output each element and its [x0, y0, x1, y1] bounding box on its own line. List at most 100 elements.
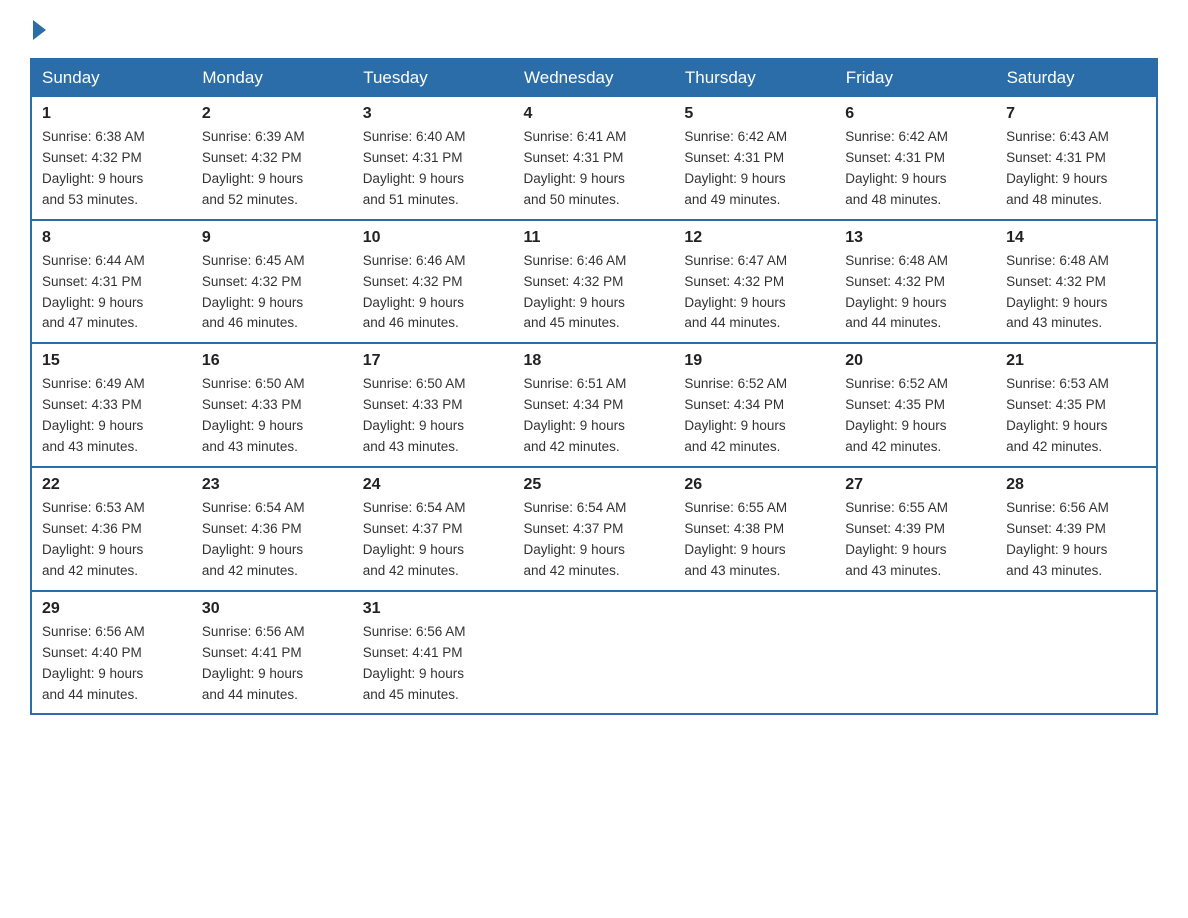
day-number-28: 28: [1006, 476, 1146, 494]
day-cell-26: 26 Sunrise: 6:55 AMSunset: 4:38 PMDayligh…: [674, 467, 835, 591]
day-number-19: 19: [684, 352, 825, 370]
day-info-7: Sunrise: 6:43 AMSunset: 4:31 PMDaylight:…: [1006, 127, 1146, 211]
day-number-12: 12: [684, 229, 825, 247]
day-info-11: Sunrise: 6:46 AMSunset: 4:32 PMDaylight:…: [524, 251, 665, 335]
day-info-23: Sunrise: 6:54 AMSunset: 4:36 PMDaylight:…: [202, 498, 343, 582]
day-cell-8: 8 Sunrise: 6:44 AMSunset: 4:31 PMDaylight…: [31, 220, 192, 344]
day-info-8: Sunrise: 6:44 AMSunset: 4:31 PMDaylight:…: [42, 251, 182, 335]
day-number-7: 7: [1006, 105, 1146, 123]
week-row-3: 15 Sunrise: 6:49 AMSunset: 4:33 PMDayligh…: [31, 343, 1157, 467]
day-cell-14: 14 Sunrise: 6:48 AMSunset: 4:32 PMDayligh…: [996, 220, 1157, 344]
day-info-6: Sunrise: 6:42 AMSunset: 4:31 PMDaylight:…: [845, 127, 986, 211]
day-info-13: Sunrise: 6:48 AMSunset: 4:32 PMDaylight:…: [845, 251, 986, 335]
week-row-5: 29Sunrise: 6:56 AMSunset: 4:40 PMDayligh…: [31, 591, 1157, 715]
day-number-22: 22: [42, 476, 182, 494]
weekday-header-wednesday: Wednesday: [514, 59, 675, 97]
day-info-24: Sunrise: 6:54 AMSunset: 4:37 PMDaylight:…: [363, 498, 504, 582]
day-cell-24: 24 Sunrise: 6:54 AMSunset: 4:37 PMDayligh…: [353, 467, 514, 591]
day-info-15: Sunrise: 6:49 AMSunset: 4:33 PMDaylight:…: [42, 374, 182, 458]
day-info-5: Sunrise: 6:42 AMSunset: 4:31 PMDaylight:…: [684, 127, 825, 211]
day-info-9: Sunrise: 6:45 AMSunset: 4:32 PMDaylight:…: [202, 251, 343, 335]
day-number-8: 8: [42, 229, 182, 247]
day-number-10: 10: [363, 229, 504, 247]
day-info-28: Sunrise: 6:56 AMSunset: 4:39 PMDaylight:…: [1006, 498, 1146, 582]
day-cell-6: 6 Sunrise: 6:42 AMSunset: 4:31 PMDaylight…: [835, 97, 996, 220]
day-cell-22: 22 Sunrise: 6:53 AMSunset: 4:36 PMDayligh…: [31, 467, 192, 591]
weekday-header-sunday: Sunday: [31, 59, 192, 97]
day-number-17: 17: [363, 352, 504, 370]
day-cell-12: 12 Sunrise: 6:47 AMSunset: 4:32 PMDayligh…: [674, 220, 835, 344]
day-number-27: 27: [845, 476, 986, 494]
day-number-31: 31: [363, 600, 504, 618]
day-cell-30: 30Sunrise: 6:56 AMSunset: 4:41 PMDayligh…: [192, 591, 353, 715]
day-number-20: 20: [845, 352, 986, 370]
day-info-12: Sunrise: 6:47 AMSunset: 4:32 PMDaylight:…: [684, 251, 825, 335]
day-number-5: 5: [684, 105, 825, 123]
day-cell-10: 10 Sunrise: 6:46 AMSunset: 4:32 PMDayligh…: [353, 220, 514, 344]
day-info-30: Sunrise: 6:56 AMSunset: 4:41 PMDaylight:…: [202, 622, 343, 706]
day-number-4: 4: [524, 105, 665, 123]
day-info-20: Sunrise: 6:52 AMSunset: 4:35 PMDaylight:…: [845, 374, 986, 458]
day-number-14: 14: [1006, 229, 1146, 247]
day-info-26: Sunrise: 6:55 AMSunset: 4:38 PMDaylight:…: [684, 498, 825, 582]
day-info-27: Sunrise: 6:55 AMSunset: 4:39 PMDaylight:…: [845, 498, 986, 582]
day-cell-19: 19 Sunrise: 6:52 AMSunset: 4:34 PMDayligh…: [674, 343, 835, 467]
day-number-23: 23: [202, 476, 343, 494]
day-cell-16: 16 Sunrise: 6:50 AMSunset: 4:33 PMDayligh…: [192, 343, 353, 467]
day-number-24: 24: [363, 476, 504, 494]
week-row-1: 1Sunrise: 6:38 AMSunset: 4:32 PMDaylight…: [31, 97, 1157, 220]
empty-cell: [996, 591, 1157, 715]
day-cell-20: 20 Sunrise: 6:52 AMSunset: 4:35 PMDayligh…: [835, 343, 996, 467]
day-cell-23: 23 Sunrise: 6:54 AMSunset: 4:36 PMDayligh…: [192, 467, 353, 591]
day-cell-11: 11Sunrise: 6:46 AMSunset: 4:32 PMDayligh…: [514, 220, 675, 344]
day-cell-4: 4 Sunrise: 6:41 AMSunset: 4:31 PMDaylight…: [514, 97, 675, 220]
day-number-26: 26: [684, 476, 825, 494]
day-number-9: 9: [202, 229, 343, 247]
weekday-header-monday: Monday: [192, 59, 353, 97]
page-header: [30, 20, 1158, 40]
day-cell-27: 27 Sunrise: 6:55 AMSunset: 4:39 PMDayligh…: [835, 467, 996, 591]
day-cell-28: 28 Sunrise: 6:56 AMSunset: 4:39 PMDayligh…: [996, 467, 1157, 591]
weekday-header-row: SundayMondayTuesdayWednesdayThursdayFrid…: [31, 59, 1157, 97]
day-info-25: Sunrise: 6:54 AMSunset: 4:37 PMDaylight:…: [524, 498, 665, 582]
week-row-4: 22 Sunrise: 6:53 AMSunset: 4:36 PMDayligh…: [31, 467, 1157, 591]
day-number-21: 21: [1006, 352, 1146, 370]
day-info-19: Sunrise: 6:52 AMSunset: 4:34 PMDaylight:…: [684, 374, 825, 458]
day-number-3: 3: [363, 105, 504, 123]
day-cell-5: 5 Sunrise: 6:42 AMSunset: 4:31 PMDaylight…: [674, 97, 835, 220]
weekday-header-thursday: Thursday: [674, 59, 835, 97]
day-info-22: Sunrise: 6:53 AMSunset: 4:36 PMDaylight:…: [42, 498, 182, 582]
day-info-4: Sunrise: 6:41 AMSunset: 4:31 PMDaylight:…: [524, 127, 665, 211]
day-number-16: 16: [202, 352, 343, 370]
day-cell-13: 13Sunrise: 6:48 AMSunset: 4:32 PMDayligh…: [835, 220, 996, 344]
day-cell-31: 31 Sunrise: 6:56 AMSunset: 4:41 PMDayligh…: [353, 591, 514, 715]
weekday-header-friday: Friday: [835, 59, 996, 97]
day-info-18: Sunrise: 6:51 AMSunset: 4:34 PMDaylight:…: [524, 374, 665, 458]
day-number-6: 6: [845, 105, 986, 123]
day-cell-25: 25 Sunrise: 6:54 AMSunset: 4:37 PMDayligh…: [514, 467, 675, 591]
day-info-29: Sunrise: 6:56 AMSunset: 4:40 PMDaylight:…: [42, 622, 182, 706]
empty-cell: [674, 591, 835, 715]
day-info-21: Sunrise: 6:53 AMSunset: 4:35 PMDaylight:…: [1006, 374, 1146, 458]
day-info-16: Sunrise: 6:50 AMSunset: 4:33 PMDaylight:…: [202, 374, 343, 458]
day-cell-18: 18 Sunrise: 6:51 AMSunset: 4:34 PMDayligh…: [514, 343, 675, 467]
day-cell-21: 21 Sunrise: 6:53 AMSunset: 4:35 PMDayligh…: [996, 343, 1157, 467]
day-cell-9: 9 Sunrise: 6:45 AMSunset: 4:32 PMDaylight…: [192, 220, 353, 344]
day-cell-3: 3 Sunrise: 6:40 AMSunset: 4:31 PMDaylight…: [353, 97, 514, 220]
day-number-25: 25: [524, 476, 665, 494]
day-info-3: Sunrise: 6:40 AMSunset: 4:31 PMDaylight:…: [363, 127, 504, 211]
day-number-2: 2: [202, 105, 343, 123]
day-cell-29: 29Sunrise: 6:56 AMSunset: 4:40 PMDayligh…: [31, 591, 192, 715]
day-info-14: Sunrise: 6:48 AMSunset: 4:32 PMDaylight:…: [1006, 251, 1146, 335]
day-info-31: Sunrise: 6:56 AMSunset: 4:41 PMDaylight:…: [363, 622, 504, 706]
day-info-10: Sunrise: 6:46 AMSunset: 4:32 PMDaylight:…: [363, 251, 504, 335]
day-number-18: 18: [524, 352, 665, 370]
weekday-header-saturday: Saturday: [996, 59, 1157, 97]
day-cell-17: 17 Sunrise: 6:50 AMSunset: 4:33 PMDayligh…: [353, 343, 514, 467]
day-cell-7: 7 Sunrise: 6:43 AMSunset: 4:31 PMDaylight…: [996, 97, 1157, 220]
day-cell-15: 15 Sunrise: 6:49 AMSunset: 4:33 PMDayligh…: [31, 343, 192, 467]
day-info-17: Sunrise: 6:50 AMSunset: 4:33 PMDaylight:…: [363, 374, 504, 458]
calendar-table: SundayMondayTuesdayWednesdayThursdayFrid…: [30, 58, 1158, 715]
day-number-15: 15: [42, 352, 182, 370]
day-cell-1: 1Sunrise: 6:38 AMSunset: 4:32 PMDaylight…: [31, 97, 192, 220]
